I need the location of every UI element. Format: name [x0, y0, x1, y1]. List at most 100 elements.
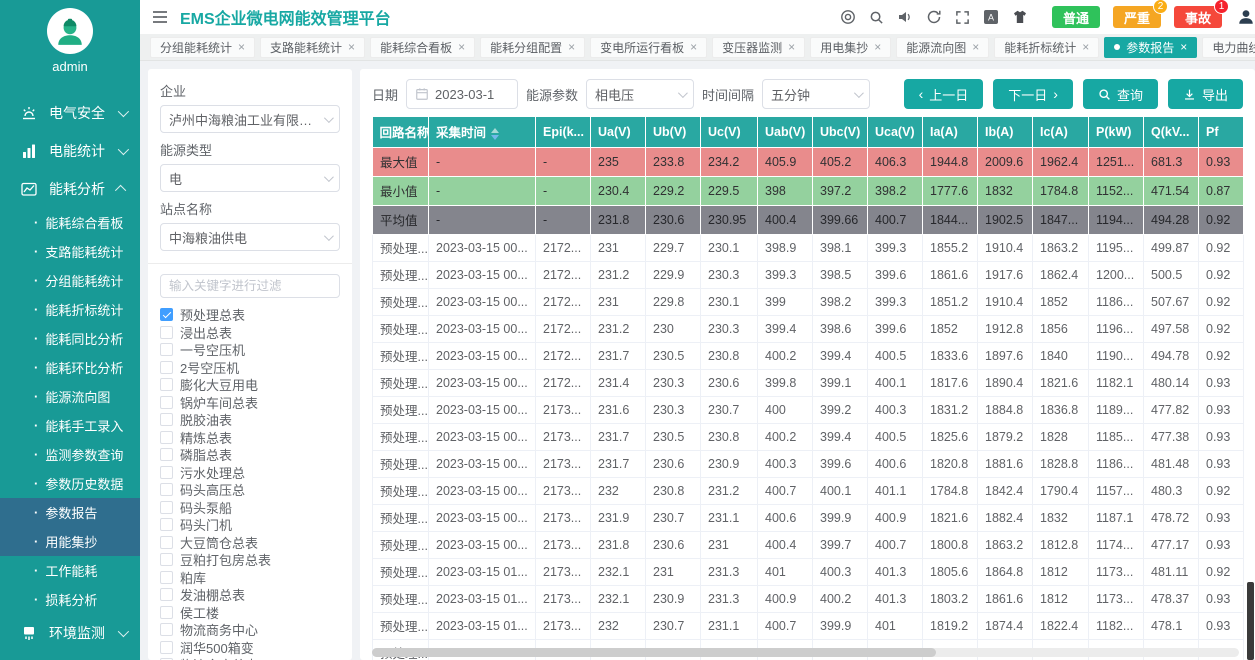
- tab-energy-dashboard[interactable]: 能耗综合看板×: [370, 37, 475, 58]
- meter-item[interactable]: 码头门机: [160, 516, 340, 534]
- tab-close-icon[interactable]: ×: [972, 41, 979, 53]
- checkbox-icon[interactable]: [160, 326, 173, 339]
- sidebar-item-fault-alarm[interactable]: 故障报警: [0, 652, 140, 660]
- tab-group-energy-stats[interactable]: 分组能耗统计×: [150, 37, 255, 58]
- station-select[interactable]: 中海粮油供电: [160, 223, 340, 251]
- company-select[interactable]: 泸州中海粮油工业有限公司: [160, 105, 340, 133]
- checkbox-icon[interactable]: [160, 431, 173, 444]
- horizontal-scrollbar-thumb[interactable]: [372, 648, 936, 657]
- meter-item[interactable]: 污水处理总: [160, 464, 340, 482]
- meter-item[interactable]: 磷脂总表: [160, 446, 340, 464]
- sidebar-subitem-work-energy[interactable]: ·工作能耗: [0, 556, 140, 585]
- sidebar-subitem-mom-analysis[interactable]: ·能耗环比分析: [0, 353, 140, 382]
- meter-item[interactable]: 一号空压机: [160, 341, 340, 359]
- energy-type-select[interactable]: 电: [160, 164, 340, 192]
- checkbox-icon[interactable]: [160, 413, 173, 426]
- meter-item[interactable]: 脱胶油表: [160, 411, 340, 429]
- checkbox-icon[interactable]: [160, 396, 173, 409]
- meter-item[interactable]: 精炼总表: [160, 429, 340, 447]
- meter-item[interactable]: 粕库: [160, 569, 340, 587]
- meter-item[interactable]: 物流商务中心: [160, 621, 340, 639]
- hamburger-icon[interactable]: [152, 10, 168, 24]
- fullscreen-icon[interactable]: [955, 10, 970, 25]
- checkbox-icon[interactable]: [160, 623, 173, 636]
- checkbox-icon[interactable]: [160, 571, 173, 584]
- tab-close-icon[interactable]: ×: [1180, 41, 1187, 53]
- query-button[interactable]: 查询: [1083, 79, 1158, 109]
- sidebar-item-energy-analysis[interactable]: 能耗分析: [0, 170, 140, 208]
- normal-badge[interactable]: 普通: [1052, 6, 1100, 28]
- meter-item[interactable]: 豆粕打包房总表: [160, 551, 340, 569]
- meter-item[interactable]: 侯工楼: [160, 604, 340, 622]
- checkbox-icon[interactable]: [160, 361, 173, 374]
- tab-close-icon[interactable]: ×: [690, 41, 697, 53]
- prev-day-button[interactable]: ‹ 上一日: [904, 79, 984, 109]
- tab-energy-flow[interactable]: 能源流向图×: [896, 37, 989, 58]
- tab-param-report[interactable]: 参数报告×: [1104, 37, 1197, 58]
- meter-item[interactable]: 2号空压机: [160, 359, 340, 377]
- tab-meter-reading[interactable]: 用电集抄×: [810, 37, 891, 58]
- tab-standard-coal-stats[interactable]: 能耗折标统计×: [994, 37, 1099, 58]
- sidebar-item-electrical-safety[interactable]: 电气安全: [0, 94, 140, 132]
- checkbox-icon[interactable]: [160, 588, 173, 601]
- meter-item[interactable]: 浸出总表: [160, 324, 340, 342]
- checkbox-checked-icon[interactable]: [160, 308, 173, 321]
- meter-item[interactable]: 码头高压总: [160, 481, 340, 499]
- checkbox-icon[interactable]: [160, 553, 173, 566]
- meter-filter-input[interactable]: [160, 274, 340, 298]
- checkbox-icon[interactable]: [160, 606, 173, 619]
- vertical-scrollbar-thumb[interactable]: [1247, 582, 1254, 660]
- checkbox-icon[interactable]: [160, 466, 173, 479]
- tab-power-curve[interactable]: 电力曲线记录×: [1202, 37, 1255, 58]
- sidebar-subitem-branch-energy-stats[interactable]: ·支路能耗统计: [0, 237, 140, 266]
- tab-branch-energy-stats[interactable]: 支路能耗统计×: [260, 37, 365, 58]
- tab-close-icon[interactable]: ×: [874, 41, 881, 53]
- meter-item[interactable]: 锅炉车间总表: [160, 394, 340, 412]
- tab-close-icon[interactable]: ×: [348, 41, 355, 53]
- checkbox-icon[interactable]: [160, 518, 173, 531]
- checkbox-icon[interactable]: [160, 483, 173, 496]
- tab-transformer-monitor[interactable]: 变压器监测×: [712, 37, 805, 58]
- tab-substation-board[interactable]: 变电所运行看板×: [590, 37, 707, 58]
- accident-badge[interactable]: 事故1: [1174, 6, 1222, 28]
- tab-close-icon[interactable]: ×: [788, 41, 795, 53]
- horizontal-scrollbar[interactable]: [372, 648, 1239, 657]
- interval-select[interactable]: 五分钟: [762, 79, 870, 109]
- meter-item[interactable]: 润华500箱变: [160, 639, 340, 657]
- meter-item[interactable]: 物流仓库总表: [160, 656, 340, 660]
- meter-item[interactable]: 发油棚总表: [160, 586, 340, 604]
- sidebar-subitem-standard-coal-stats[interactable]: ·能耗折标统计: [0, 295, 140, 324]
- refresh-icon[interactable]: [926, 9, 942, 25]
- font-size-icon[interactable]: A: [983, 9, 999, 25]
- search-icon[interactable]: [869, 10, 884, 25]
- severe-badge[interactable]: 严重2: [1113, 6, 1161, 28]
- meter-item[interactable]: 预处理总表: [160, 306, 340, 324]
- sidebar-subitem-param-query[interactable]: ·监测参数查询: [0, 440, 140, 469]
- meter-item[interactable]: 膨化大豆用电: [160, 376, 340, 394]
- bullseye-icon[interactable]: [840, 9, 856, 25]
- date-input[interactable]: 2023-03-1: [406, 79, 518, 109]
- tab-close-icon[interactable]: ×: [1082, 41, 1089, 53]
- tab-close-icon[interactable]: ×: [568, 41, 575, 53]
- sidebar-subitem-param-history[interactable]: ·参数历史数据: [0, 469, 140, 498]
- next-day-button[interactable]: 下一日 ›: [993, 79, 1073, 109]
- checkbox-icon[interactable]: [160, 343, 173, 356]
- meter-item[interactable]: 码头泵船: [160, 499, 340, 517]
- param-select[interactable]: 相电压: [586, 79, 694, 109]
- sidebar-subitem-loss-analysis[interactable]: ·损耗分析: [0, 585, 140, 614]
- sidebar-item-environment-monitor[interactable]: 环境监测: [0, 614, 140, 652]
- export-button[interactable]: 导出: [1168, 79, 1243, 109]
- sort-caret-icon[interactable]: [491, 128, 499, 140]
- tab-close-icon[interactable]: ×: [238, 41, 245, 53]
- sidebar-subitem-energy-meter-reading[interactable]: ·用能集抄: [0, 527, 140, 556]
- sidebar-subitem-group-energy-stats[interactable]: ·分组能耗统计: [0, 266, 140, 295]
- avatar[interactable]: [47, 8, 93, 54]
- theme-icon[interactable]: [1012, 9, 1028, 25]
- meter-item[interactable]: 大豆筒仓总表: [160, 534, 340, 552]
- tab-energy-group-config[interactable]: 能耗分组配置×: [480, 37, 585, 58]
- sidebar-subitem-yoy-analysis[interactable]: ·能耗同比分析: [0, 324, 140, 353]
- checkbox-icon[interactable]: [160, 378, 173, 391]
- sidebar-subitem-energy-dashboard[interactable]: ·能耗综合看板: [0, 208, 140, 237]
- tab-close-icon[interactable]: ×: [458, 41, 465, 53]
- sidebar-item-power-statistics[interactable]: 电能统计: [0, 132, 140, 170]
